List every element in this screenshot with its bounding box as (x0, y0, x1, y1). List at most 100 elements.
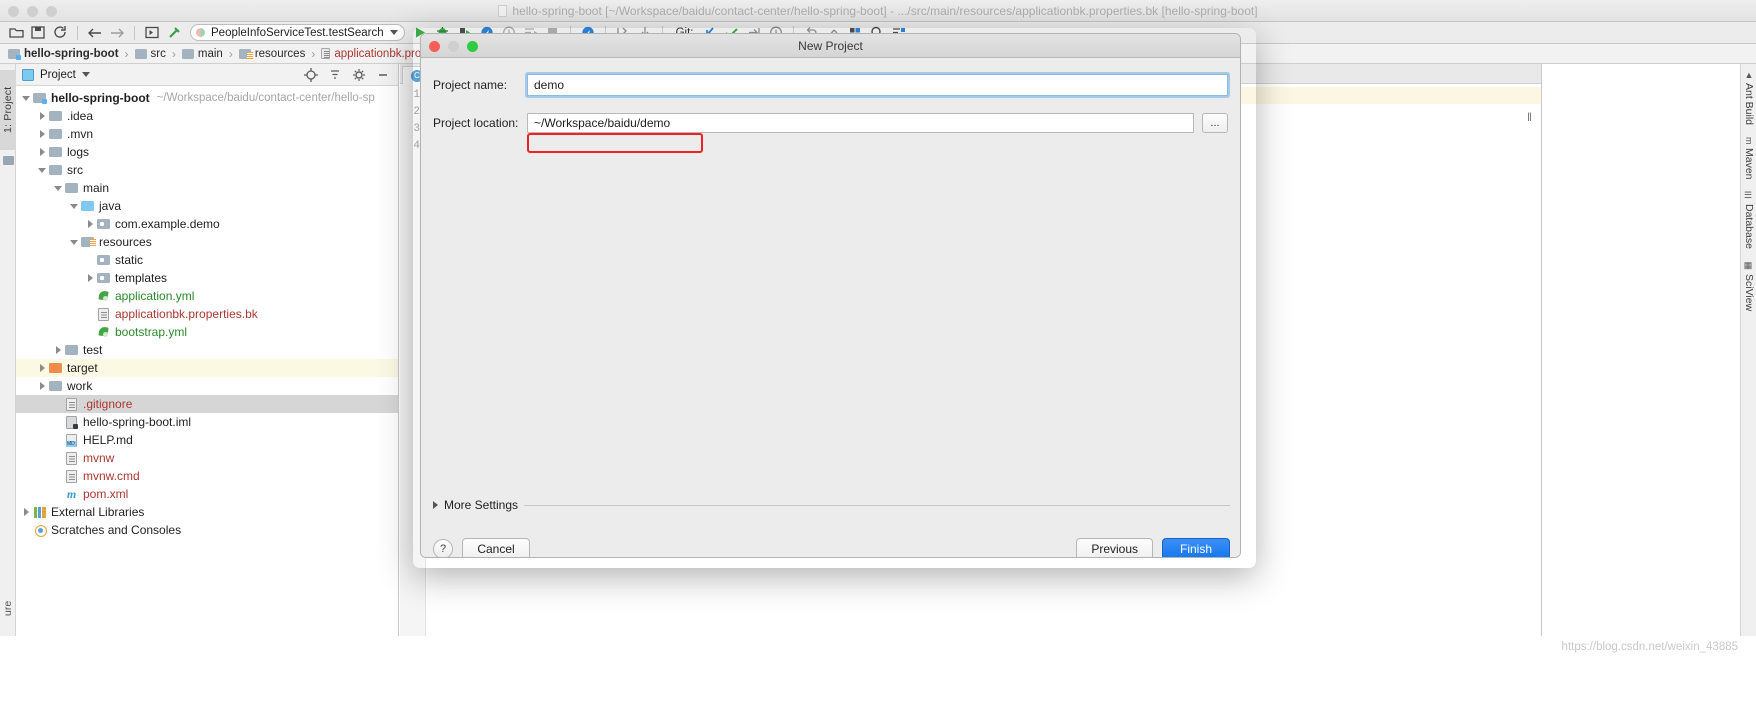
breadcrumb-item-resources[interactable]: resources (238, 48, 305, 60)
browse-location-button[interactable]: ... (1202, 112, 1228, 133)
file-icon (66, 397, 77, 411)
chevron-right-icon[interactable] (36, 107, 48, 125)
right-sidebar-item-database[interactable]: ☰ Database (1741, 185, 1756, 255)
right-sidebar-item-maven[interactable]: m Maven (1741, 131, 1756, 185)
folder-icon (181, 48, 194, 59)
chevron-right-icon[interactable] (36, 359, 48, 377)
tree-row[interactable]: .idea (16, 107, 398, 125)
tree-row[interactable]: HELP.md (16, 431, 398, 449)
tree-item-label: applicationbk.properties.bk (115, 307, 258, 321)
chevron-right-icon[interactable] (84, 269, 96, 287)
dialog-close-button[interactable] (429, 40, 440, 52)
collapse-all-icon[interactable] (326, 66, 344, 84)
tree-row[interactable]: mvnw (16, 449, 398, 467)
tree-row[interactable]: Scratches and Consoles (16, 521, 398, 539)
module-folder-icon (8, 48, 21, 60)
tree-row[interactable]: com.example.demo (16, 215, 398, 233)
tree-row[interactable]: templates (16, 269, 398, 287)
tree-item-label: .idea (67, 109, 94, 123)
tree-row[interactable]: hello-spring-boot.iml (16, 413, 398, 431)
project-location-input[interactable]: ~/Workspace/baidu/demo (527, 112, 1194, 133)
tree-row[interactable]: applicationbk.properties.bk (16, 305, 398, 323)
tree-item-label: HELP.md (83, 433, 133, 447)
more-settings-section[interactable]: More Settings (433, 498, 1230, 512)
maximize-window-button[interactable] (46, 5, 57, 17)
tree-row[interactable]: External Libraries (16, 503, 398, 521)
sync-icon[interactable] (50, 23, 70, 42)
chevron-right-icon[interactable] (52, 341, 64, 359)
chevron-down-icon[interactable] (68, 197, 80, 215)
folder-icon (49, 111, 62, 121)
gear-icon[interactable] (350, 66, 368, 84)
navigate-forward-icon[interactable] (107, 23, 127, 42)
project-tree: hello-spring-boot ~/Workspace/baidu/conta… (16, 86, 398, 539)
chevron-down-icon[interactable] (68, 233, 80, 251)
chevron-right-icon[interactable] (36, 377, 48, 395)
right-sidebar-item-sciview[interactable]: ▦ SciView (1741, 255, 1756, 317)
chevron-right-icon[interactable] (36, 125, 48, 143)
tree-row[interactable]: logs (16, 143, 398, 161)
tree-row[interactable]: static (16, 251, 398, 269)
chevron-right-icon[interactable] (36, 143, 48, 161)
markdown-file-icon (66, 433, 77, 447)
breadcrumb-item-hello-spring-boot[interactable]: hello-spring-boot (8, 48, 119, 60)
tree-row[interactable]: application.yml (16, 287, 398, 305)
section-divider (524, 504, 1230, 506)
locate-target-icon[interactable] (302, 66, 320, 84)
finish-button[interactable]: Finish (1162, 538, 1230, 557)
window-traffic-lights[interactable] (8, 0, 57, 22)
dialog-minimize-button[interactable] (448, 40, 459, 52)
tree-row[interactable]: java (16, 197, 398, 215)
chevron-down-icon[interactable] (52, 179, 64, 197)
chevron-right-icon[interactable] (20, 503, 32, 521)
previous-button[interactable]: Previous (1076, 538, 1153, 557)
project-name-input[interactable]: demo (527, 73, 1228, 96)
tree-row[interactable]: resources (16, 233, 398, 251)
help-button[interactable]: ? (433, 539, 453, 557)
dialog-title: New Project (798, 38, 863, 53)
tree-row[interactable]: hello-spring-boot ~/Workspace/baidu/conta… (16, 89, 398, 107)
tree-row[interactable]: m pom.xml (16, 485, 398, 503)
close-window-button[interactable] (8, 5, 19, 17)
tree-row[interactable]: mvnw.cmd (16, 467, 398, 485)
cancel-button[interactable]: Cancel (462, 538, 530, 557)
breadcrumb-item-main[interactable]: main (181, 48, 223, 60)
tree-row[interactable]: test (16, 341, 398, 359)
run-configuration-selector[interactable]: PeopleInfoServiceTest.testSearch (190, 24, 405, 41)
dialog-zoom-button[interactable] (467, 40, 478, 52)
run-anything-icon[interactable] (142, 23, 162, 42)
more-settings-label: More Settings (444, 498, 519, 512)
tree-item-label: pom.xml (83, 487, 129, 501)
sidebar-item-project[interactable]: 1: Project (0, 70, 16, 150)
hide-icon[interactable] (374, 66, 392, 84)
tree-row[interactable]: .mvn (16, 125, 398, 143)
tree-row[interactable]: .gitignore (16, 395, 398, 413)
minimize-window-button[interactable] (27, 5, 38, 17)
package-icon (97, 255, 110, 265)
chevron-down-icon[interactable] (36, 161, 48, 179)
chevron-down-icon[interactable] (81, 72, 90, 77)
tree-item-label: External Libraries (51, 505, 145, 519)
tree-row[interactable]: target (16, 359, 398, 377)
navigate-back-icon[interactable] (85, 23, 105, 42)
tree-row[interactable]: work (16, 377, 398, 395)
tree-item-label: hello-spring-boot (51, 91, 150, 105)
sidebar-item-structure[interactable]: ure (0, 588, 16, 628)
folder-icon[interactable] (3, 156, 14, 165)
save-all-icon[interactable] (28, 23, 48, 42)
dialog-traffic-lights[interactable] (429, 34, 478, 58)
tree-row[interactable]: src (16, 161, 398, 179)
open-folder-icon[interactable] (6, 23, 26, 42)
build-hammer-icon[interactable] (164, 23, 184, 42)
breadcrumb-item-src[interactable]: src (134, 48, 166, 60)
file-icon (66, 469, 77, 483)
folder-icon (49, 147, 62, 157)
tree-row[interactable]: main (16, 179, 398, 197)
chevron-right-icon[interactable] (84, 215, 96, 233)
folder-icon (134, 48, 147, 59)
tree-row[interactable]: bootstrap.yml (16, 323, 398, 341)
chevron-down-icon[interactable] (20, 89, 32, 107)
right-sidebar-item-ant-build[interactable]: ▲ Ant Build (1741, 64, 1756, 131)
